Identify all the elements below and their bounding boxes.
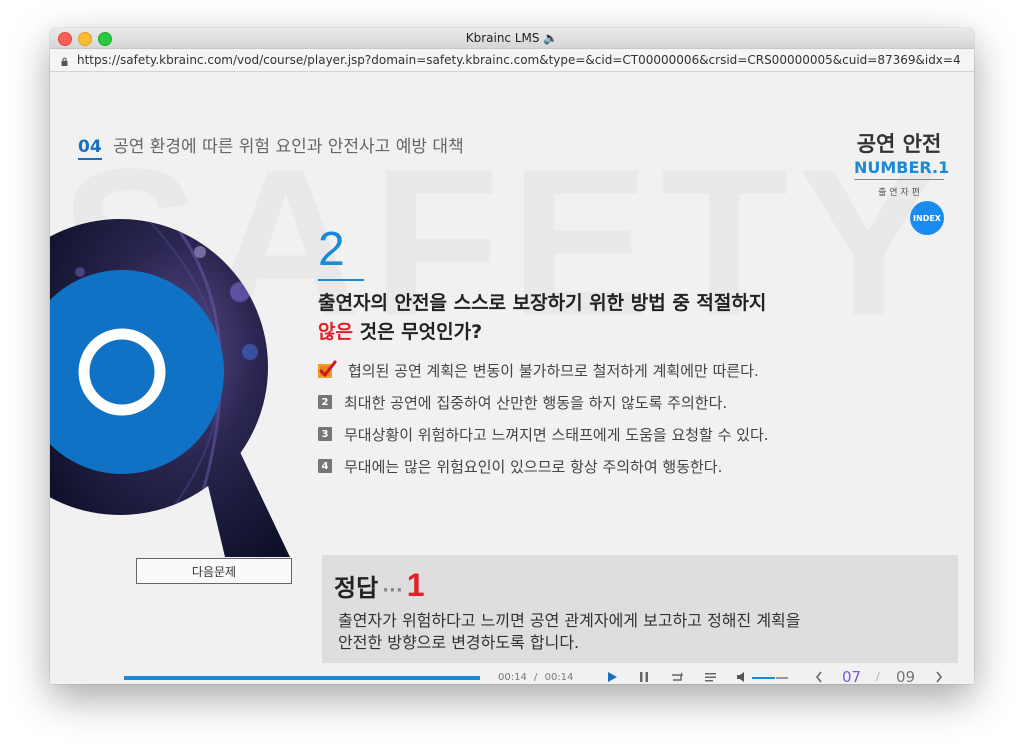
page-separator: / <box>876 670 880 683</box>
option-number-badge: 2 <box>318 395 332 409</box>
answer-explanation: 출연자가 위험하다고 느끼면 공연 관계자에게 보고하고 정해진 계획을 안전한… <box>338 610 938 654</box>
question-emphasis: 않은 <box>318 321 353 343</box>
question-number-underline <box>318 279 364 281</box>
lesson-content: SAFETY 04 공연 환경에 따른 위험 요인과 안전사고 예방 대책 공연… <box>50 72 974 684</box>
answer-panel: 정답 ··· 1 출연자가 위험하다고 느끼면 공연 관계자에게 보고하고 정해진 … <box>322 555 958 663</box>
question-number: 2 <box>318 223 345 276</box>
brand-number: NUMBER.1 <box>854 158 949 180</box>
brand-title: 공연 안전 <box>856 132 942 156</box>
url-bar[interactable]: https://safety.kbrainc.com/vod/course/pl… <box>50 49 974 72</box>
option-text: 협의된 공연 계획은 변동이 불가하므로 철저하게 계획에만 따른다. <box>348 361 759 380</box>
window-title: Kbrainc LMS 🔈 <box>465 31 559 45</box>
answer-label: 정답 <box>334 574 379 602</box>
script-menu-icon[interactable] <box>704 671 717 683</box>
repeat-icon[interactable] <box>670 671 684 683</box>
progress-bar[interactable] <box>124 676 480 680</box>
course-brand: 공연 안전 NUMBER.1 출 연 자 편 <box>854 128 949 198</box>
option-text: 최대한 공연에 집중하여 산만한 행동을 하지 않도록 주의한다. <box>344 393 728 412</box>
question-line-2: 않은 것은 무엇인가? <box>318 318 878 347</box>
time-current: 00:14 <box>498 672 527 683</box>
brand-subtitle: 출 연 자 편 <box>878 188 920 198</box>
answer-heading: 정답 ··· 1 <box>334 567 424 604</box>
time-display: 00:14 / 00:14 <box>498 672 573 683</box>
answer-dots: ··· <box>382 580 403 601</box>
option-number-badge: 3 <box>318 427 332 441</box>
chevron-left-icon[interactable] <box>814 670 824 684</box>
option-number-badge: 4 <box>318 459 332 473</box>
section-title: 04 공연 환경에 따른 위험 요인과 안전사고 예방 대책 <box>78 132 464 160</box>
section-number: 04 <box>78 137 102 160</box>
checked-answer-icon <box>318 360 337 378</box>
pause-icon[interactable] <box>638 671 650 683</box>
browser-window: Kbrainc LMS 🔈 https://safety.kbrainc.com… <box>50 28 974 684</box>
answer-number: 1 <box>406 567 425 603</box>
page-total: 09 <box>896 668 916 684</box>
answer-options: 협의된 공연 계획은 변동이 불가하므로 철저하게 계획에만 따른다. 2 최대… <box>318 354 769 482</box>
player-controls: 00:14 / 00:14 07 / 09 <box>124 662 954 684</box>
option-4[interactable]: 4 무대에는 많은 위험요인이 있으므로 항상 주의하여 행동한다. <box>318 450 769 482</box>
volume-slider-rest <box>776 677 788 679</box>
chevron-right-icon[interactable] <box>934 670 944 684</box>
question-text: 출연자의 안전을 스스로 보장하기 위한 방법 중 적절하지 않은 것은 무엇인… <box>318 289 878 347</box>
option-text: 무대에는 많은 위험요인이 있으므로 항상 주의하여 행동한다. <box>344 457 723 476</box>
index-button[interactable]: INDEX <box>910 201 944 235</box>
section-title-text: 공연 환경에 따른 위험 요인과 안전사고 예방 대책 <box>113 137 464 157</box>
title-bar: Kbrainc LMS 🔈 <box>50 28 974 49</box>
url-text: https://safety.kbrainc.com/vod/course/pl… <box>77 53 961 67</box>
play-icon[interactable] <box>606 671 618 683</box>
option-3[interactable]: 3 무대상황이 위험하다고 느껴지면 스태프에게 도움을 요청할 수 있다. <box>318 418 769 450</box>
page-current: 07 <box>842 668 862 684</box>
lock-icon <box>61 57 68 66</box>
option-1[interactable]: 협의된 공연 계획은 변동이 불가하므로 철저하게 계획에만 따른다. <box>318 354 769 386</box>
volume-slider[interactable] <box>752 677 775 679</box>
option-2[interactable]: 2 최대한 공연에 집중하여 산만한 행동을 하지 않도록 주의한다. <box>318 386 769 418</box>
question-line-1: 출연자의 안전을 스스로 보장하기 위한 방법 중 적절하지 <box>318 292 767 314</box>
progress-fill <box>124 676 480 680</box>
time-total: 00:14 <box>544 672 574 683</box>
question-line-2-rest: 것은 무엇인가? <box>352 321 483 343</box>
volume-icon[interactable] <box>736 671 748 683</box>
time-separator: / <box>534 672 538 683</box>
explanation-line-1: 출연자가 위험하다고 느끼면 공연 관계자에게 보고하고 정해진 계획을 <box>338 611 801 630</box>
next-question-button[interactable]: 다음문제 <box>136 558 292 584</box>
q-letter-graphic <box>50 219 290 557</box>
explanation-line-2: 안전한 방향으로 변경하도록 합니다. <box>338 633 580 652</box>
option-text: 무대상황이 위험하다고 느껴지면 스태프에게 도움을 요청할 수 있다. <box>344 425 769 444</box>
